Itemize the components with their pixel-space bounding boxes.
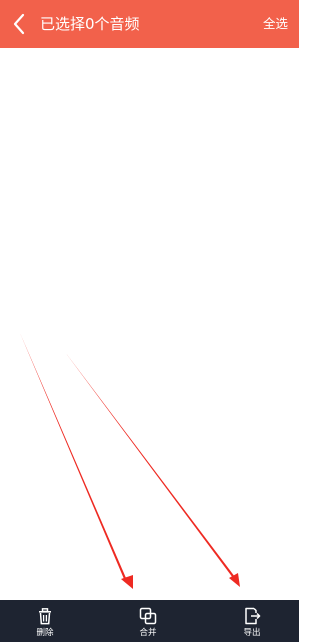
delete-button[interactable]: 删除 [20, 600, 70, 642]
bottom-action-bar: 删除 合并 导出 [0, 600, 299, 642]
select-all-button[interactable]: 全选 [263, 0, 288, 48]
export-label: 导出 [243, 628, 261, 638]
chevron-left-icon [13, 13, 25, 35]
back-button[interactable] [8, 12, 30, 36]
merge-icon [139, 607, 157, 625]
export-button[interactable]: 导出 [227, 600, 277, 642]
export-icon [245, 607, 261, 625]
page-title: 已选择0个音频 [40, 15, 140, 33]
delete-label: 删除 [36, 628, 54, 638]
trash-icon [39, 607, 51, 624]
merge-label: 合并 [139, 628, 157, 638]
header-bar: 已选择0个音频 全选 [0, 0, 299, 48]
audio-list-area [0, 48, 299, 600]
merge-button[interactable]: 合并 [123, 600, 173, 642]
